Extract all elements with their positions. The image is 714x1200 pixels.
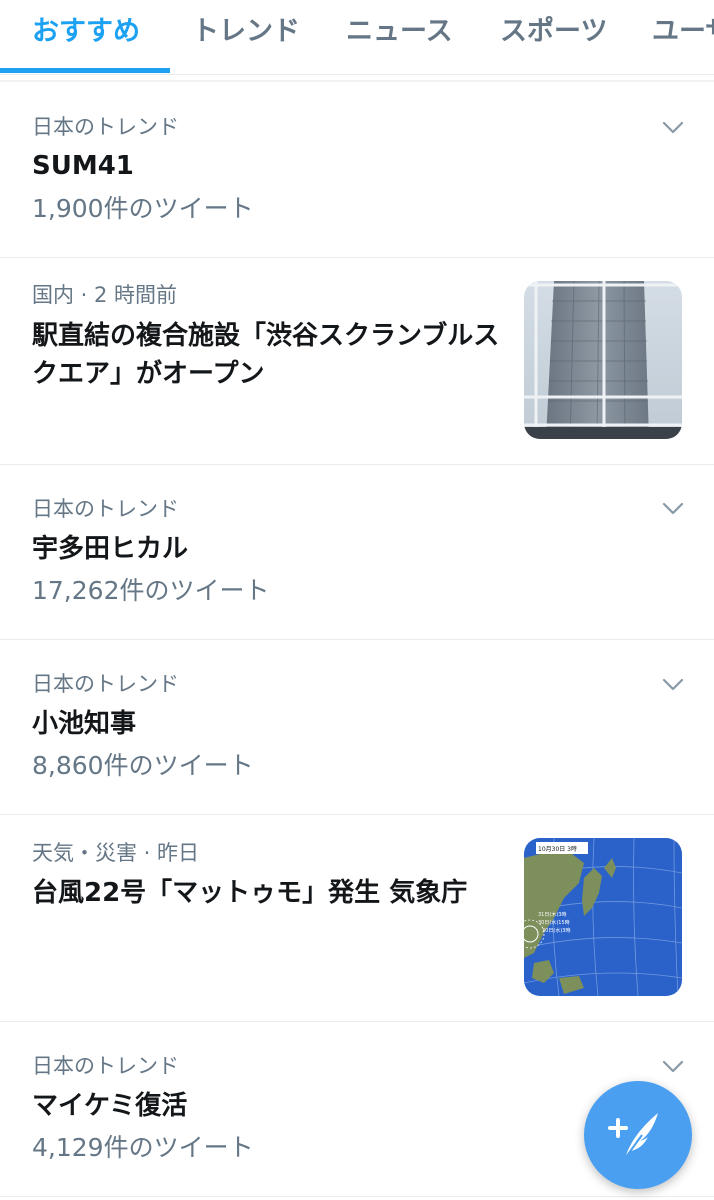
tab-trending[interactable]: トレンド <box>192 14 300 50</box>
tab-bar-shadow <box>0 80 714 82</box>
top-tab-bar: おすすめ トレンド ニュース スポーツ ユーザ <box>0 0 714 75</box>
news-headline: 台風22号「マットゥモ」発生 気象庁 <box>32 878 468 908</box>
map-label: 31日(木)3時 <box>538 911 566 918</box>
news-context: 国内 · 2 時間前 <box>32 283 178 307</box>
tweet-count: 4,129件のツイート <box>32 1133 254 1162</box>
chevron-down-icon[interactable] <box>662 121 684 135</box>
building-photo-image <box>524 281 682 439</box>
trend-title: マイケミ復活 <box>32 1091 188 1121</box>
trend-title: 宇多田ヒカル <box>32 534 189 564</box>
map-label: 30日(水)3時 <box>542 927 570 934</box>
map-header: 10月30日 3時 <box>538 845 577 853</box>
compose-tweet-icon <box>608 1113 658 1158</box>
news-thumbnail: 10月30日 3時 31日(木)3時 30日(水)15時 30日(水)3時 <box>524 838 682 996</box>
tweet-count: 17,262件のツイート <box>32 576 270 605</box>
chevron-down-icon[interactable] <box>662 502 684 516</box>
trend-item[interactable]: 日本のトレンド 宇多田ヒカル 17,262件のツイート <box>0 465 714 640</box>
tweet-count: 8,860件のツイート <box>32 751 254 780</box>
trend-context: 日本のトレンド <box>32 115 179 139</box>
news-headline: 駅直結の複合施設「渋谷スクランブルスクエア」がオープン <box>32 321 500 389</box>
tab-sports[interactable]: スポーツ <box>500 14 607 50</box>
trend-item[interactable]: 日本のトレンド SUM41 1,900件のツイート <box>0 84 714 258</box>
tab-for-you[interactable]: おすすめ <box>32 14 140 50</box>
news-thumbnail <box>524 281 682 439</box>
tweet-count: 1,900件のツイート <box>32 194 254 223</box>
chevron-down-icon[interactable] <box>662 1060 684 1074</box>
trend-item[interactable]: 日本のトレンド 小池知事 8,860件のツイート <box>0 640 714 815</box>
trend-context: 日本のトレンド <box>32 497 179 521</box>
trend-context: 日本のトレンド <box>32 1054 179 1078</box>
chevron-down-icon[interactable] <box>662 678 684 692</box>
news-context: 天気・災害 · 昨日 <box>32 841 200 865</box>
compose-tweet-button[interactable] <box>584 1081 692 1189</box>
trend-title: SUM41 <box>32 151 134 181</box>
weather-map-image: 10月30日 3時 31日(木)3時 30日(水)15時 30日(水)3時 <box>524 838 682 996</box>
tab-news[interactable]: ニュース <box>346 14 453 50</box>
tab-users[interactable]: ユーザ <box>652 14 714 50</box>
map-label: 30日(水)15時 <box>538 919 570 926</box>
news-item[interactable]: 天気・災害 · 昨日 台風22号「マットゥモ」発生 気象庁 10月30日 3時 … <box>0 815 714 1022</box>
active-tab-indicator <box>0 68 170 73</box>
trend-context: 日本のトレンド <box>32 672 179 696</box>
trend-title: 小池知事 <box>32 709 137 739</box>
news-item[interactable]: 国内 · 2 時間前 駅直結の複合施設「渋谷スクランブルスクエア」がオープン <box>0 258 714 465</box>
